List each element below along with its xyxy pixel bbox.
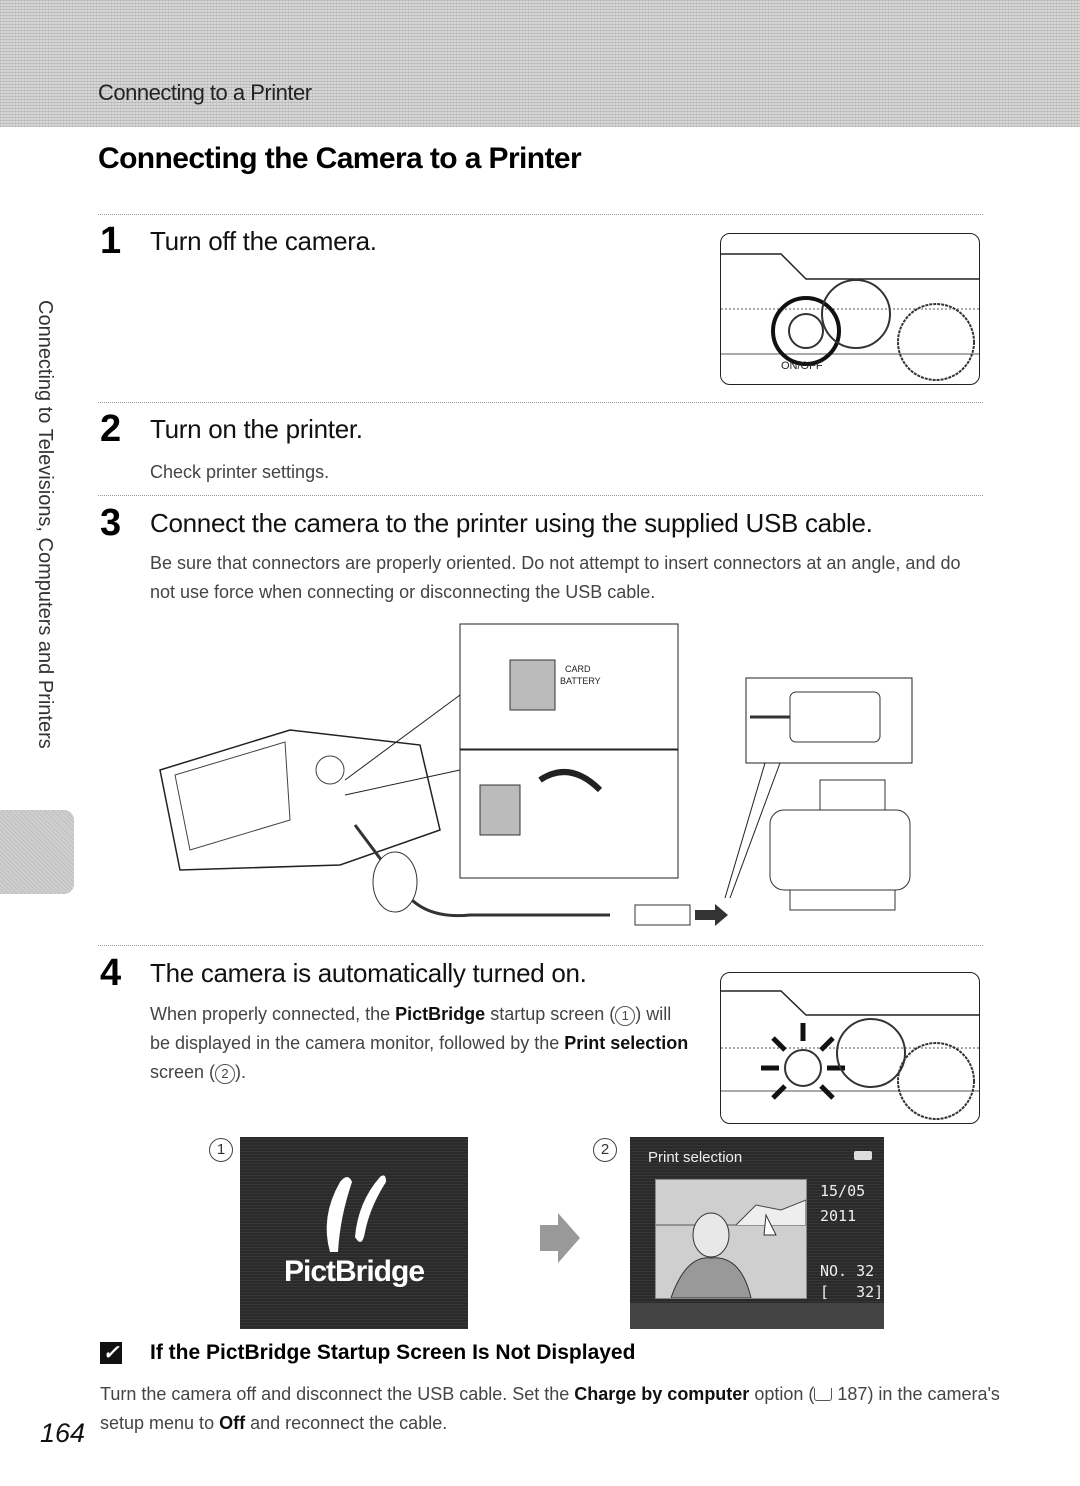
section-title: Connecting to a Printer bbox=[98, 80, 312, 105]
side-tab-marker bbox=[0, 810, 74, 894]
page-title: Connecting the Camera to a Printer bbox=[98, 142, 582, 175]
side-tab-label: Connecting to Televisions, Computers and… bbox=[34, 300, 56, 749]
pictbridge-logo-icon bbox=[326, 1175, 386, 1252]
divider bbox=[98, 495, 983, 496]
charge-by-computer-term: Charge by computer bbox=[574, 1384, 750, 1404]
camera-on-drawing bbox=[721, 990, 979, 1120]
camera-on-illustration bbox=[720, 972, 980, 1124]
step-title: Connect the camera to the printer using … bbox=[150, 508, 873, 538]
marker-1: 1 bbox=[615, 1006, 636, 1026]
battery-icon bbox=[854, 1151, 872, 1160]
note-body: Turn the camera off and disconnect the U… bbox=[100, 1384, 1000, 1433]
note-heading: If the PictBridge Startup Screen Is Not … bbox=[150, 1341, 636, 1364]
camera-body bbox=[159, 729, 441, 871]
check-icon: ✓ bbox=[100, 1342, 122, 1364]
year-value: 2011 bbox=[820, 1207, 857, 1225]
print-selection-title: Print selection bbox=[648, 1149, 743, 1166]
step-number: 2 bbox=[100, 408, 122, 450]
insert-arrow bbox=[695, 904, 728, 926]
transition-arrow-icon bbox=[540, 1213, 580, 1263]
usb-plug-closeup bbox=[789, 691, 881, 743]
camera-top-drawing: ON/OFF bbox=[721, 253, 979, 381]
divider bbox=[98, 402, 983, 403]
page-number: 164 bbox=[40, 1418, 86, 1448]
book-icon bbox=[814, 1388, 833, 1401]
usb-a-plug bbox=[634, 904, 691, 926]
mode-dial bbox=[897, 1042, 975, 1120]
page-reference: 187 bbox=[837, 1384, 868, 1404]
divider bbox=[98, 214, 983, 215]
header-band: Connecting to a Printer bbox=[0, 0, 1080, 127]
screen-marker-1: 1 bbox=[209, 1138, 233, 1162]
av-usb-cover-open bbox=[479, 784, 521, 836]
image-number: NO. 32 bbox=[820, 1262, 875, 1280]
marker-2: 2 bbox=[215, 1064, 236, 1084]
print-selection-term: Print selection bbox=[564, 1033, 689, 1053]
screen-footer-bar bbox=[630, 1303, 884, 1329]
power-button bbox=[784, 1049, 822, 1087]
image-count: [ 32] bbox=[820, 1283, 884, 1301]
battery-label: BATTERY bbox=[560, 676, 601, 686]
step-title: Turn on the printer. bbox=[150, 414, 363, 444]
off-term: Off bbox=[219, 1413, 246, 1433]
step-title: The camera is automatically turned on. bbox=[150, 958, 587, 988]
pictbridge-logo-text: PictBridge bbox=[283, 1255, 425, 1288]
photo-portrait-drawing bbox=[656, 1199, 807, 1299]
shutter-button bbox=[836, 1018, 906, 1088]
pictbridge-startup-screen: PictBridge bbox=[240, 1137, 468, 1329]
power-button bbox=[788, 313, 824, 349]
screen-marker-2: 2 bbox=[593, 1138, 617, 1162]
step-number: 1 bbox=[100, 220, 122, 262]
printer-tray bbox=[789, 889, 896, 911]
card-label: CARD bbox=[565, 664, 591, 674]
mode-dial bbox=[897, 303, 975, 381]
step-number: 3 bbox=[100, 502, 122, 544]
photo-thumbnail bbox=[655, 1179, 807, 1299]
step-body: Check printer settings. bbox=[150, 462, 330, 482]
detail-box-cover-open bbox=[459, 623, 679, 750]
on-off-label: ON/OFF bbox=[781, 360, 823, 372]
usb-connection-illustration: CARD BATTERY bbox=[140, 620, 990, 940]
step-number: 4 bbox=[100, 952, 122, 994]
step-body: Be sure that connectors are properly ori… bbox=[150, 553, 961, 602]
step-body: When properly connected, the PictBridge … bbox=[150, 1004, 689, 1084]
printer-body bbox=[769, 809, 911, 891]
step-title: Turn off the camera. bbox=[150, 226, 377, 256]
date-value: 15/05 bbox=[820, 1182, 866, 1200]
usb-connection-drawing: CARD BATTERY bbox=[159, 623, 913, 926]
camera-top-illustration: ON/OFF bbox=[720, 233, 980, 385]
pictbridge-term: PictBridge bbox=[395, 1004, 486, 1024]
ferrite-core bbox=[372, 851, 418, 913]
divider bbox=[98, 945, 983, 946]
av-usb-cover bbox=[509, 659, 556, 711]
print-selection-screen: Print selection 15/05 2011 NO. 32 [ 32] bbox=[630, 1137, 884, 1329]
